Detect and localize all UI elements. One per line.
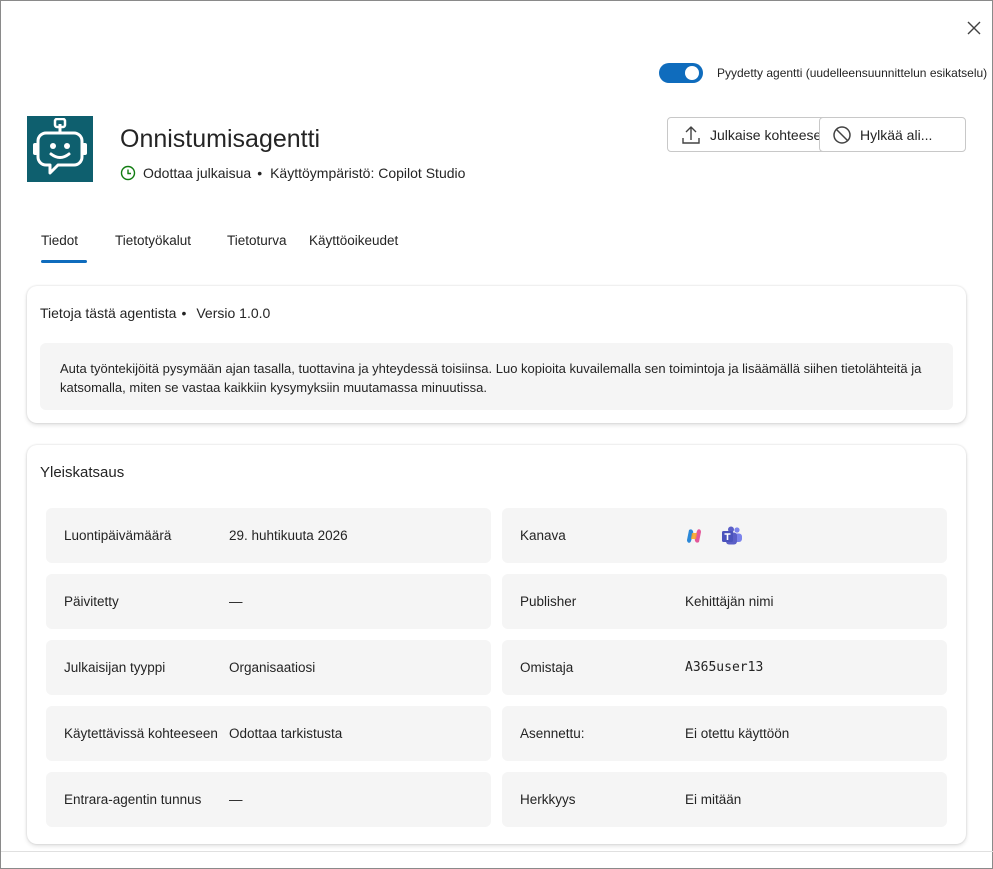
field-value: A365user13: [685, 660, 764, 675]
overview-card: Yleiskatsaus Luontipäivämäärä 29. huhtik…: [27, 445, 966, 844]
field-value: —: [229, 594, 243, 609]
overview-field-updated: Päivitetty —: [46, 574, 491, 629]
agent-description: Auta työntekijöitä pysymään ajan tasalla…: [40, 343, 953, 410]
field-label: Luontipäivämäärä: [64, 528, 172, 543]
field-value: Organisaatiosi: [229, 660, 316, 675]
agent-name: Onnistumisagentti: [120, 125, 321, 153]
channel-icons: [685, 508, 743, 563]
field-label: Herkkyys: [520, 792, 576, 807]
field-label: Päivitetty: [64, 594, 119, 609]
about-heading: Tietoja tästä agentista: [40, 305, 177, 321]
overview-field-channel: Kanava: [502, 508, 947, 563]
field-label: Asennettu:: [520, 726, 585, 741]
status-separator: •: [257, 165, 263, 181]
about-separator: •: [181, 305, 187, 321]
overview-field-available-to: Käytettävissä kohteeseen Odottaa tarkist…: [46, 706, 491, 761]
reject-button[interactable]: Hylkää ali...: [819, 117, 966, 152]
publish-button-label: Julkaise kohteeseen...: [710, 126, 830, 143]
close-icon: [967, 21, 981, 35]
tab-permissions[interactable]: Käyttöoikeudet: [309, 233, 398, 248]
reject-button-label: Hylkää ali...: [860, 126, 933, 143]
field-label: Entrara-agentin tunnus: [64, 792, 202, 807]
toggle-knob: [685, 66, 699, 80]
overview-field-publisher-type: Julkaisijan tyyppi Organisaatiosi: [46, 640, 491, 695]
overview-field-installed: Asennettu: Ei otettu käyttöön: [502, 706, 947, 761]
version-text: Versio 1.0.0: [196, 305, 271, 321]
overview-field-created-date: Luontipäivämäärä 29. huhtikuuta 2026: [46, 508, 491, 563]
requested-agent-toggle-row: Pyydetty agentti (uudelleensuunnittelun …: [659, 63, 987, 83]
status-text: Odottaa julkaisua: [143, 165, 252, 181]
upload-icon: [682, 125, 700, 144]
tab-security[interactable]: Tietoturva: [227, 233, 287, 248]
overview-field-owner: Omistaja A365user13: [502, 640, 947, 695]
field-value: Kehittäjän nimi: [685, 594, 774, 609]
field-label: Julkaisijan tyyppi: [64, 660, 166, 675]
overview-field-publisher: Publisher Kehittäjän nimi: [502, 574, 947, 629]
overview-field-entra-agent-id: Entrara-agentin tunnus —: [46, 772, 491, 827]
about-header: Tietoja tästä agentista • Versio 1.0.0: [40, 305, 270, 321]
field-value: —: [229, 792, 243, 807]
toggle-label: Pyydetty agentti (uudelleensuunnittelun …: [717, 66, 988, 80]
field-label: Käytettävissä kohteeseen: [64, 726, 218, 741]
field-label: Kanava: [520, 528, 566, 543]
tab-details[interactable]: Tiedot: [41, 233, 88, 263]
agent-avatar: [27, 116, 93, 182]
agent-details-dialog: Pyydetty agentti (uudelleensuunnittelun …: [0, 0, 993, 869]
copilot-icon: [687, 528, 701, 543]
environment-text: Käyttöympäristö: Copilot Studio: [270, 165, 466, 181]
about-card: Tietoja tästä agentista • Versio 1.0.0 A…: [27, 286, 966, 423]
robot-chat-icon: [33, 118, 87, 175]
overview-title: Yleiskatsaus: [40, 464, 125, 481]
field-label: Omistaja: [520, 660, 574, 675]
bottom-divider: [1, 851, 993, 852]
close-button[interactable]: [963, 17, 985, 39]
block-icon: [833, 125, 851, 144]
overview-field-sensitivity: Herkkyys Ei mitään: [502, 772, 947, 827]
tab-knowledge-tools[interactable]: Tietotyökalut: [115, 233, 191, 248]
teams-icon: [722, 526, 742, 544]
agent-status-row: Odottaa julkaisua • Käyttöympäristö: Cop…: [120, 165, 465, 181]
field-value: Odottaa tarkistusta: [229, 726, 343, 741]
field-value: Ei mitään: [685, 792, 742, 807]
clock-icon: [120, 165, 136, 181]
field-value: Ei otettu käyttöön: [685, 726, 790, 741]
requested-agent-toggle[interactable]: [659, 63, 703, 83]
field-value: 29. huhtikuuta 2026: [229, 528, 348, 543]
field-label: Publisher: [520, 594, 577, 609]
publish-button[interactable]: Julkaise kohteeseen...: [667, 117, 831, 152]
